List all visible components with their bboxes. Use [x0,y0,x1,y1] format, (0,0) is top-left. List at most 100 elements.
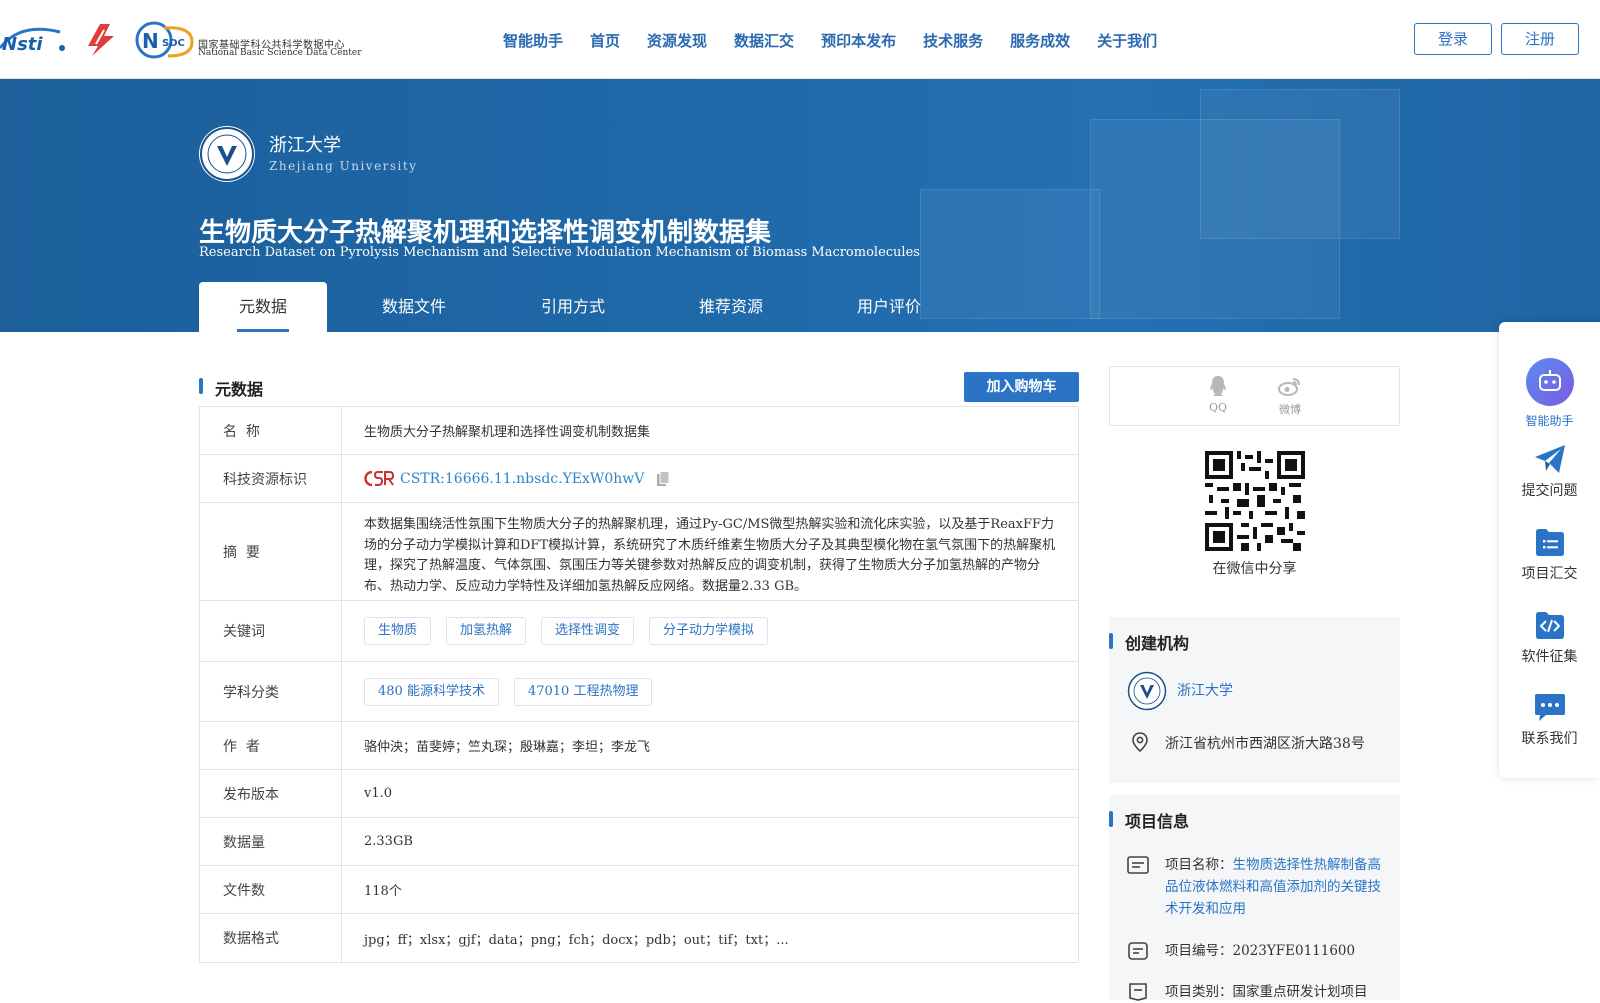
float-contact-us[interactable]: 联系我们 [1499,692,1600,748]
nav-tech-service[interactable]: 技术服务 [923,30,983,51]
section-title: 元数据 [215,380,264,399]
dataset-name-value: 生物质大分子热解聚机理和选择性调变机制数据集 [364,425,651,440]
cstr-value: CSTR:16666.11.nbsdc.YExW0hwV [342,455,1078,502]
table-row: 作 者 骆仲泱；苗斐婷；竺丸琛；殷琳嘉；李坦；李龙飞 [200,722,1078,770]
row-key: 名 称 [200,407,342,454]
weibo-icon [1278,378,1300,396]
zju-logo [1127,671,1167,711]
nav-ai-assistant[interactable]: 智能助手 [503,30,563,51]
location-pin-icon [1132,732,1148,753]
row-key: 数据量 [200,818,342,865]
keyword-tag[interactable]: 加氢热解 [446,617,527,645]
float-submit-question[interactable]: 提交问题 [1499,444,1600,500]
wechat-qr-code [1205,451,1305,551]
document-icon [1128,942,1148,960]
nav-data-submission[interactable]: 数据汇交 [734,30,794,51]
project-info-panel: 项目信息 项目名称：生物质选择性热解制备高品位液体燃料和高值添加剂的关键技术开发… [1109,795,1400,1001]
table-row: 数据格式 jpg；ff；xlsx；gjf；data；png；fch；docx；p… [200,914,1078,962]
row-key: 关键词 [200,601,342,661]
row-key: 发布版本 [200,770,342,817]
file-count-value: 118个 [364,884,402,899]
float-ai-assistant[interactable]: 智能助手 [1499,358,1600,429]
project-name-row: 项目名称：生物质选择性热解制备高品位液体燃料和高值添加剂的关键技术开发和应用 [1127,854,1389,920]
main-nav: 智能助手 首页 资源发现 数据汇交 预印本发布 技术服务 服务成效 关于我们 [503,30,1184,51]
keyword-tag[interactable]: 选择性调变 [541,617,635,645]
share-weibo-button[interactable]: 微博 [1270,375,1310,417]
qq-icon [1210,376,1226,396]
tab-citation[interactable]: 引用方式 [501,282,645,332]
top-header: Nsti N SDC 国家基础学科公共科学数据中心 National Basic… [0,0,1600,79]
project-name-label: 项目名称： [1165,857,1233,873]
add-to-cart-button[interactable]: 加入购物车 [964,372,1079,402]
svg-text:SDC: SDC [162,38,185,49]
dataset-title: 生物质大分子热解聚机理和选择性调变机制数据集 [199,218,772,248]
share-qq-button[interactable]: QQ [1198,375,1238,414]
nsdc-logo[interactable]: N SDC 国家基础学科公共科学数据中心 National Basic Scie… [134,20,362,60]
paper-plane-icon [1534,445,1565,473]
tab-data-files[interactable]: 数据文件 [327,282,501,332]
row-key: 科技资源标识 [200,455,342,502]
svg-text:N: N [142,29,159,53]
robot-icon [1525,358,1574,406]
subject-tag[interactable]: 480 能源科学技术 [364,677,499,706]
nav-home[interactable]: 首页 [590,30,620,51]
keyword-tag[interactable]: 分子动力学模拟 [649,617,769,645]
row-key: 摘 要 [200,503,342,600]
register-button[interactable]: 注册 [1501,23,1579,55]
folder-list-icon [1535,529,1564,556]
org-address: 浙江省杭州市西湖区浙大路38号 [1165,736,1365,752]
float-software-call[interactable]: 软件征集 [1499,610,1600,666]
login-button[interactable]: 登录 [1414,23,1492,55]
table-row: 学科分类 480 能源科学技术 47010 工程热物理 [200,662,1078,722]
chat-bubble-icon [1534,694,1565,721]
red-s-logo[interactable] [82,22,120,58]
float-ai-label: 智能助手 [1525,414,1574,428]
tab-recommended[interactable]: 推荐资源 [645,282,817,332]
section-accent-bar [199,378,203,394]
float-submit-label: 提交问题 [1521,483,1578,499]
cstr-link[interactable]: CSTR:16666.11.nbsdc.YExW0hwV [400,471,644,487]
share-box: QQ 微博 [1109,366,1400,426]
float-software-label: 软件征集 [1521,649,1578,665]
subject-tag[interactable]: 47010 工程热物理 [513,677,653,706]
university-name-cn: 浙江大学 [269,135,341,156]
nsdc-emblem-icon: N SDC [135,21,194,59]
row-key: 作 者 [200,722,342,769]
cstr-badge-icon [364,470,394,487]
university-name-en: Zhejiang University [269,159,418,173]
creator-org-panel: 创建机构 浙江大学 浙江省杭州市西湖区浙大路38号 [1109,617,1400,783]
table-row: 摘 要 本数据集围绕活性氛围下生物质大分子的热解聚机理，通过Py-GC/MS微型… [200,503,1078,601]
tab-metadata[interactable]: 元数据 [199,282,327,332]
table-row: 发布版本 v1.0 [200,770,1078,818]
formats-value: jpg；ff；xlsx；gjf；data；png；fch；docx；pdb；ou… [364,932,789,948]
nav-preprint[interactable]: 预印本发布 [821,30,896,51]
bookmark-icon [1129,983,1147,1001]
section-accent-bar [1109,811,1113,827]
float-project-submission[interactable]: 项目汇交 [1499,527,1600,583]
share-weibo-label: 微博 [1279,403,1301,416]
table-row: 科技资源标识 CSTR:16666.11.nbsdc.YExW0hwV [200,455,1078,503]
keyword-tag[interactable]: 生物质 [364,617,432,645]
authors-value: 骆仲泱；苗斐婷；竺丸琛；殷琳嘉；李坦；李龙飞 [364,740,651,755]
nav-about[interactable]: 关于我们 [1097,30,1157,51]
copy-icon[interactable] [656,470,670,487]
share-qq-label: QQ [1208,401,1228,414]
dataset-banner: 浙江大学 Zhejiang University 生物质大分子热解聚机理和选择性… [0,79,1600,332]
qr-caption: 在微信中分享 [1212,561,1297,577]
zju-logo [199,126,255,182]
project-number-text: 项目编号：2023YFE0111600 [1165,943,1356,959]
nav-service-results[interactable]: 服务成效 [1010,30,1070,51]
row-key: 学科分类 [200,662,342,721]
org-panel-title: 创建机构 [1125,634,1190,653]
org-name-link[interactable]: 浙江大学 [1177,680,1233,700]
istic-logo[interactable]: Nsti [0,26,66,54]
float-contact-label: 联系我们 [1521,731,1578,747]
tab-reviews[interactable]: 用户评价 [817,282,961,332]
keywords-value: 生物质 加氢热解 选择性调变 分子动力学模拟 [342,601,1078,661]
table-row: 数据量 2.33GB [200,818,1078,866]
abstract-value: 本数据集围绕活性氛围下生物质大分子的热解聚机理，通过Py-GC/MS微型热解实验… [364,517,1056,594]
nsdc-name-en: National Basic Science Data Center [198,48,362,58]
table-row: 名 称 生物质大分子热解聚机理和选择性调变机制数据集 [200,407,1078,455]
float-project-label: 项目汇交 [1521,566,1578,582]
nav-discovery[interactable]: 资源发现 [647,30,707,51]
